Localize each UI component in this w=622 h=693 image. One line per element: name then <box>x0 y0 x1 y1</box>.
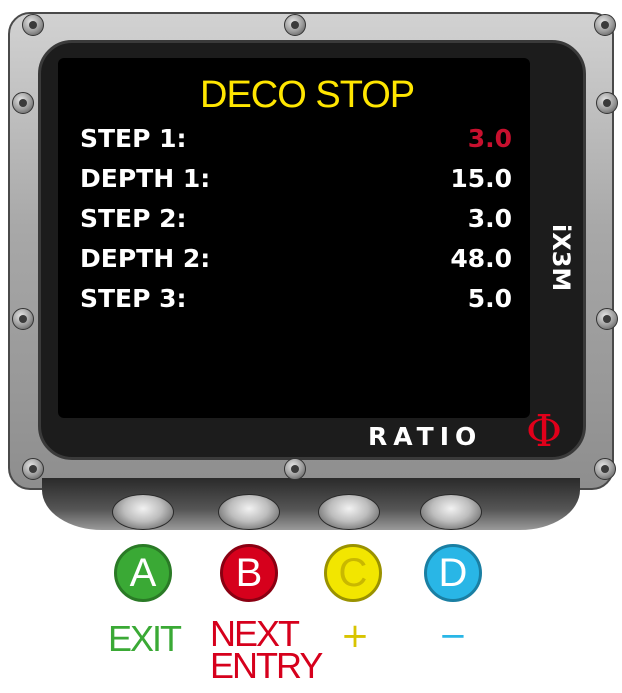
screw-icon <box>594 14 616 36</box>
row-label-depth-1: DEPTH 1: <box>80 164 211 193</box>
screw-icon <box>12 92 34 114</box>
row-value-step-2[interactable]: 3.0 <box>468 204 512 233</box>
action-next-entry-label: NEXT ENTRY <box>210 616 323 686</box>
screw-icon <box>12 308 34 330</box>
screw-icon <box>22 14 44 36</box>
screw-icon <box>594 458 616 480</box>
button-b-badge: B <box>220 544 278 602</box>
row-value-step-1[interactable]: 3.0 <box>468 124 512 153</box>
screw-icon <box>596 92 618 114</box>
action-exit-label: EXIT <box>108 618 182 659</box>
row-value-depth-2[interactable]: 48.0 <box>450 244 512 273</box>
button-c-badge: C <box>324 544 382 602</box>
row-value-depth-1[interactable]: 15.0 <box>450 164 512 193</box>
row-label-step-3: STEP 3: <box>80 284 187 313</box>
screw-icon <box>284 458 306 480</box>
hardware-button-a[interactable] <box>112 494 174 530</box>
row-value-step-3[interactable]: 5.0 <box>468 284 512 313</box>
brand-logo: RATIO <box>368 422 483 451</box>
phi-logo-icon: Φ <box>526 406 563 457</box>
screw-icon <box>284 14 306 36</box>
row-label-depth-2: DEPTH 2: <box>80 244 211 273</box>
screw-icon <box>596 308 618 330</box>
action-minus-label: − <box>438 616 468 656</box>
button-d-badge: D <box>424 544 482 602</box>
hardware-button-b[interactable] <box>218 494 280 530</box>
screen-title: DECO STOP <box>200 74 415 116</box>
row-label-step-2: STEP 2: <box>80 204 187 233</box>
hardware-button-d[interactable] <box>420 494 482 530</box>
screw-icon <box>22 458 44 480</box>
action-entry-label: ENTRY <box>210 645 323 686</box>
action-plus-label: + <box>340 616 370 656</box>
model-label: iX3M <box>547 224 575 292</box>
row-label-step-1: STEP 1: <box>80 124 187 153</box>
button-a-badge: A <box>114 544 172 602</box>
hardware-button-c[interactable] <box>318 494 380 530</box>
